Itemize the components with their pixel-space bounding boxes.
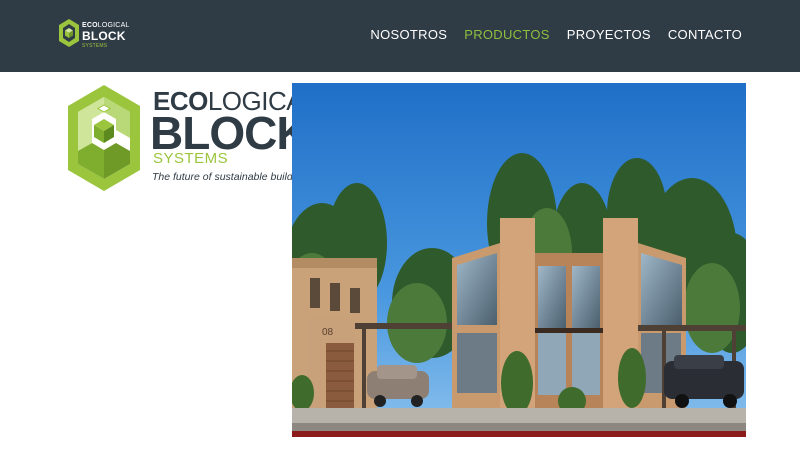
- navbar-logo-systems: SYSTEMS: [82, 43, 108, 49]
- menu-item-proyectos[interactable]: PROYECTOS: [567, 27, 651, 42]
- house-number: 08: [322, 327, 334, 338]
- navbar-logo[interactable]: ECOLOGICAL BLOCK SYSTEMS: [58, 18, 130, 52]
- navbar-logo-logical: LOGICAL: [97, 22, 130, 29]
- hexagon-cube-icon: [59, 19, 79, 47]
- main-menu: NOSOTROS PRODUCTOS PROYECTOS CONTACTO: [370, 27, 742, 42]
- brand-logo: ECOLOGICAL BLOCK SYSTEMS The future of s…: [66, 83, 318, 195]
- navbar-logo-block: BLOCK: [82, 29, 126, 43]
- hexagon-cube-logo-icon: [68, 85, 140, 191]
- navbar-logo-text: ECOLOGICAL BLOCK SYSTEMS: [82, 22, 130, 50]
- menu-item-contacto[interactable]: CONTACTO: [668, 27, 742, 42]
- navbar-logo-eco: ECO: [82, 22, 98, 29]
- logo-tagline: The future of sustainable building: [152, 171, 307, 183]
- hero-house-image: 08: [292, 83, 746, 437]
- menu-item-productos[interactable]: PRODUCTOS: [464, 27, 550, 42]
- top-navbar: ECOLOGICAL BLOCK SYSTEMS NOSOTROS PRODUC…: [0, 0, 800, 72]
- menu-item-nosotros[interactable]: NOSOTROS: [370, 27, 447, 42]
- logo-systems: SYSTEMS: [153, 150, 229, 167]
